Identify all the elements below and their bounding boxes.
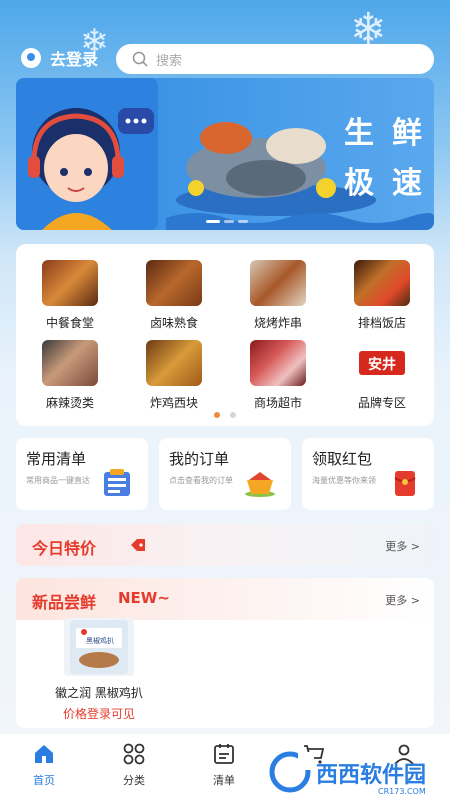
pager-dot-active	[214, 412, 220, 418]
checklist-icon	[104, 469, 130, 496]
list-icon	[214, 744, 234, 764]
category-label: 炸鸡西块	[149, 396, 198, 410]
category-item[interactable]: 商场超市	[226, 340, 330, 411]
category-image	[42, 340, 98, 386]
nav-label: 首页	[33, 774, 55, 787]
category-item[interactable]: 中餐食堂	[18, 260, 122, 331]
nav-label: 分类	[123, 774, 145, 787]
search-icon	[132, 51, 148, 67]
category-pager	[16, 412, 434, 418]
search-input[interactable]: 搜索	[116, 44, 434, 74]
category-item[interactable]: 烧烤炸串	[226, 260, 330, 331]
category-grid: 中餐食堂 卤味熟食 烧烤炸串 排档饭店 麻辣烫类 炸鸡西块 商场超市 安井 品牌…	[16, 244, 434, 426]
category-label: 品牌专区	[357, 396, 406, 410]
red-packet-icon	[394, 471, 416, 496]
category-image	[146, 340, 202, 386]
category-item[interactable]: 卤味熟食	[122, 260, 226, 331]
header: ❄ ❄ 去登录 搜索	[0, 0, 450, 80]
location-pin-icon	[21, 48, 41, 68]
price-tag-icon	[131, 539, 145, 551]
brand-logo: 安井	[354, 340, 410, 386]
order-box-icon	[245, 472, 275, 497]
product-package-text: 黑椒鸡扒	[86, 636, 114, 645]
customer-service-illustration[interactable]	[16, 78, 158, 230]
new-products-section: 新品尝鲜 NEW~ 更多 > 黑椒鸡扒 徽之润 黑椒鸡扒 价格登录可见	[16, 578, 434, 728]
quick-link-subtitle: 点击查看我的订单	[169, 476, 233, 485]
product-name: 徽之润 黑椒鸡扒	[55, 686, 143, 700]
nav-home[interactable]: 首页	[14, 742, 74, 788]
seafood-illustration	[166, 122, 434, 230]
login-link[interactable]: 去登录	[20, 46, 98, 70]
more-link[interactable]: 更多 >	[385, 592, 420, 608]
category-label: 卤味熟食	[149, 316, 198, 330]
banner-indicator	[224, 220, 234, 223]
new-badge: NEW~	[118, 589, 170, 607]
quick-link-title: 领取红包	[312, 450, 373, 468]
section-title: 新品尝鲜	[32, 593, 97, 612]
watermark: 西西软件园 CR173.COM	[268, 742, 450, 800]
category-item[interactable]: 麻辣烫类	[18, 340, 122, 411]
today-special-section[interactable]: 今日特价 更多 >	[16, 524, 434, 566]
quick-link-title: 我的订单	[169, 450, 230, 468]
product-image: 黑椒鸡扒	[64, 618, 134, 676]
pager-dot	[230, 412, 236, 418]
nav-label: 清单	[213, 774, 235, 787]
quick-link-subtitle: 常用商品一键直达	[26, 476, 90, 485]
category-item[interactable]: 安井 品牌专区	[330, 340, 434, 411]
banner-title-line2: 极速	[344, 166, 434, 201]
category-label: 烧烤炸串	[253, 316, 302, 330]
more-link[interactable]: 更多 >	[385, 538, 420, 554]
watermark-text: 西西软件园	[316, 762, 426, 788]
category-label: 麻辣烫类	[45, 396, 94, 410]
category-image	[250, 340, 306, 386]
category-label: 排档饭店	[357, 316, 406, 330]
category-image	[42, 260, 98, 306]
nav-category[interactable]: 分类	[104, 742, 164, 788]
banner-title-line1: 生鲜	[344, 116, 434, 151]
banner-indicator-active	[206, 220, 220, 223]
quick-link-orders[interactable]: 我的订单 点击查看我的订单	[159, 438, 291, 510]
quick-link-title: 常用清单	[26, 450, 87, 468]
category-item[interactable]: 炸鸡西块	[122, 340, 226, 411]
promo-banner[interactable]: 生鲜 极速	[16, 78, 434, 230]
category-item[interactable]: 排档饭店	[330, 260, 434, 331]
quick-link-favorites[interactable]: 常用清单 常用商品一键直达	[16, 438, 148, 510]
home-icon	[35, 745, 53, 763]
category-label: 中餐食堂	[45, 316, 94, 330]
category-image	[354, 260, 410, 306]
category-image	[250, 260, 306, 306]
watermark-url: CR173.COM	[378, 787, 426, 796]
login-label: 去登录	[50, 50, 99, 69]
category-label: 商场超市	[253, 396, 302, 410]
grid-icon	[123, 743, 145, 765]
section-header: 新品尝鲜 NEW~ 更多 >	[16, 578, 434, 620]
section-title: 今日特价	[32, 539, 97, 558]
brand-logo-text: 安井	[368, 356, 396, 373]
product-price: 价格登录可见	[62, 707, 135, 721]
quick-link-subtitle: 海量优惠等你来领	[312, 476, 376, 485]
product-card[interactable]: 黑椒鸡扒 徽之润 黑椒鸡扒 价格登录可见	[44, 618, 154, 722]
search-placeholder: 搜索	[156, 53, 183, 69]
nav-list[interactable]: 清单	[194, 742, 254, 788]
banner-indicator	[238, 220, 248, 223]
category-image	[146, 260, 202, 306]
quick-link-red-packet[interactable]: 领取红包 海量优惠等你来领	[302, 438, 434, 510]
